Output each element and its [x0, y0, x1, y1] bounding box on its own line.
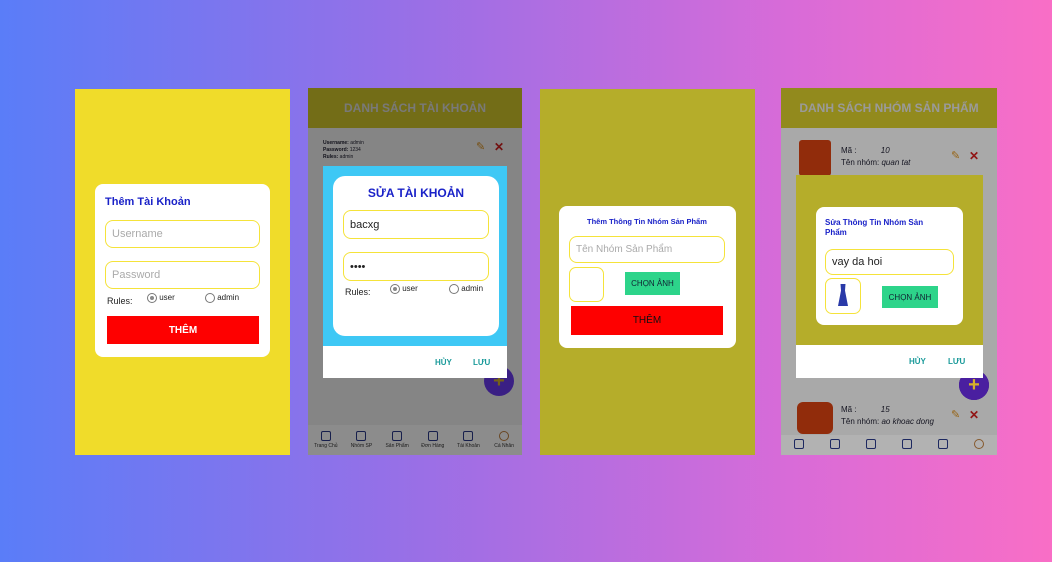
cancel-button[interactable]: HỦY	[909, 357, 926, 366]
save-button[interactable]: LƯU	[473, 358, 490, 367]
radio-admin[interactable]: admin	[205, 293, 239, 303]
username-input[interactable]: bacxg	[343, 210, 489, 239]
image-preview[interactable]	[569, 267, 604, 302]
group-name-input[interactable]: Tên Nhóm Sản Phẩm	[569, 236, 725, 263]
image-preview[interactable]	[825, 278, 861, 314]
screen-add-group: Thêm Thông Tin Nhóm Sản Phẩm Tên Nhóm Sả…	[540, 89, 755, 455]
dialog-title: SỬA TÀI KHOẢN	[367, 186, 465, 200]
username-input[interactable]: Username	[105, 220, 260, 248]
radio-user[interactable]: user	[147, 293, 175, 303]
add-group-dialog: Thêm Thông Tin Nhóm Sản Phẩm Tên Nhóm Sả…	[559, 206, 736, 348]
edit-account-dialog: SỬA TÀI KHOẢN bacxg •••• Rules: user adm…	[323, 166, 507, 378]
rules-label: Rules:	[345, 287, 371, 297]
screen-add-account: Thêm Tài Khoản Username Password Rules: …	[75, 89, 290, 455]
add-button[interactable]: THÊM	[571, 306, 723, 335]
radio-icon	[205, 293, 215, 303]
dress-icon	[838, 284, 848, 306]
group-name-input[interactable]: vay da hoi	[825, 249, 954, 275]
choose-image-button[interactable]: CHỌN ẢNH	[882, 286, 938, 308]
radio-user[interactable]: user	[390, 284, 418, 294]
save-button[interactable]: LƯU	[948, 357, 965, 366]
radio-icon	[147, 293, 157, 303]
screen-group-list: DANH SÁCH NHÓM SẢN PHẨM Mã : 10 Tên nhóm…	[781, 88, 997, 455]
add-button[interactable]: THÊM	[107, 316, 259, 344]
dialog-title: Thêm Tài Khoản	[105, 196, 191, 208]
radio-icon	[390, 284, 400, 294]
choose-image-button[interactable]: CHỌN ẢNH	[625, 272, 680, 295]
cancel-button[interactable]: HỦY	[435, 358, 452, 367]
edit-group-dialog: Sửa Thông Tin Nhóm Sản Phẩm vay da hoi C…	[796, 175, 983, 378]
radio-icon	[449, 284, 459, 294]
dialog-title: Thêm Thông Tin Nhóm Sản Phẩm	[587, 217, 707, 226]
radio-admin[interactable]: admin	[449, 284, 483, 294]
screen-account-list: DANH SÁCH TÀI KHOẢN Username: admin Pass…	[308, 88, 522, 455]
add-account-dialog: Thêm Tài Khoản Username Password Rules: …	[95, 184, 270, 357]
dialog-title: Sửa Thông Tin Nhóm Sản Phẩm	[825, 218, 924, 237]
rules-label: Rules:	[107, 296, 133, 306]
password-input[interactable]: ••••	[343, 252, 489, 281]
password-input[interactable]: Password	[105, 261, 260, 289]
